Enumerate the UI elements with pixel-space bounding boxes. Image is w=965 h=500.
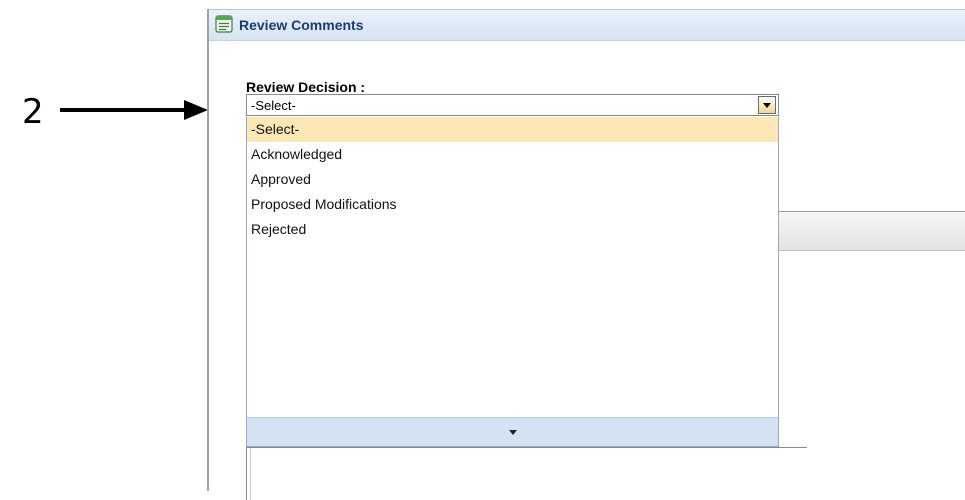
textarea-inner-border (250, 448, 251, 500)
comments-textarea[interactable] (246, 447, 807, 500)
option-approved[interactable]: Approved (247, 167, 778, 192)
review-decision-label: Review Decision : (246, 79, 365, 95)
review-decision-dropdown-list: -Select- Acknowledged Approved Proposed … (246, 117, 779, 447)
dropdown-scroll-down-button[interactable] (247, 417, 778, 446)
scroll-down-icon (509, 430, 517, 435)
callout-arrow-icon (60, 100, 208, 120)
panel-title: Review Comments (239, 17, 364, 33)
option-rejected[interactable]: Rejected (247, 217, 778, 242)
select-current-value: -Select- (251, 98, 296, 113)
option-proposed-modifications[interactable]: Proposed Modifications (247, 192, 778, 217)
option-select[interactable]: -Select- (247, 117, 778, 142)
callout-number: 2 (22, 92, 44, 132)
panel-header: Review Comments (209, 10, 965, 41)
review-decision-label-text: Review Decision (246, 79, 357, 95)
label-colon: : (356, 79, 366, 95)
background-toolbar (779, 211, 965, 251)
option-acknowledged[interactable]: Acknowledged (247, 142, 778, 167)
review-decision-select[interactable]: -Select- (246, 94, 779, 116)
dropdown-toggle-icon[interactable] (758, 96, 776, 114)
comments-panel-icon (215, 15, 233, 33)
review-comments-panel: Review Comments Review Decision : -Selec… (207, 9, 965, 500)
